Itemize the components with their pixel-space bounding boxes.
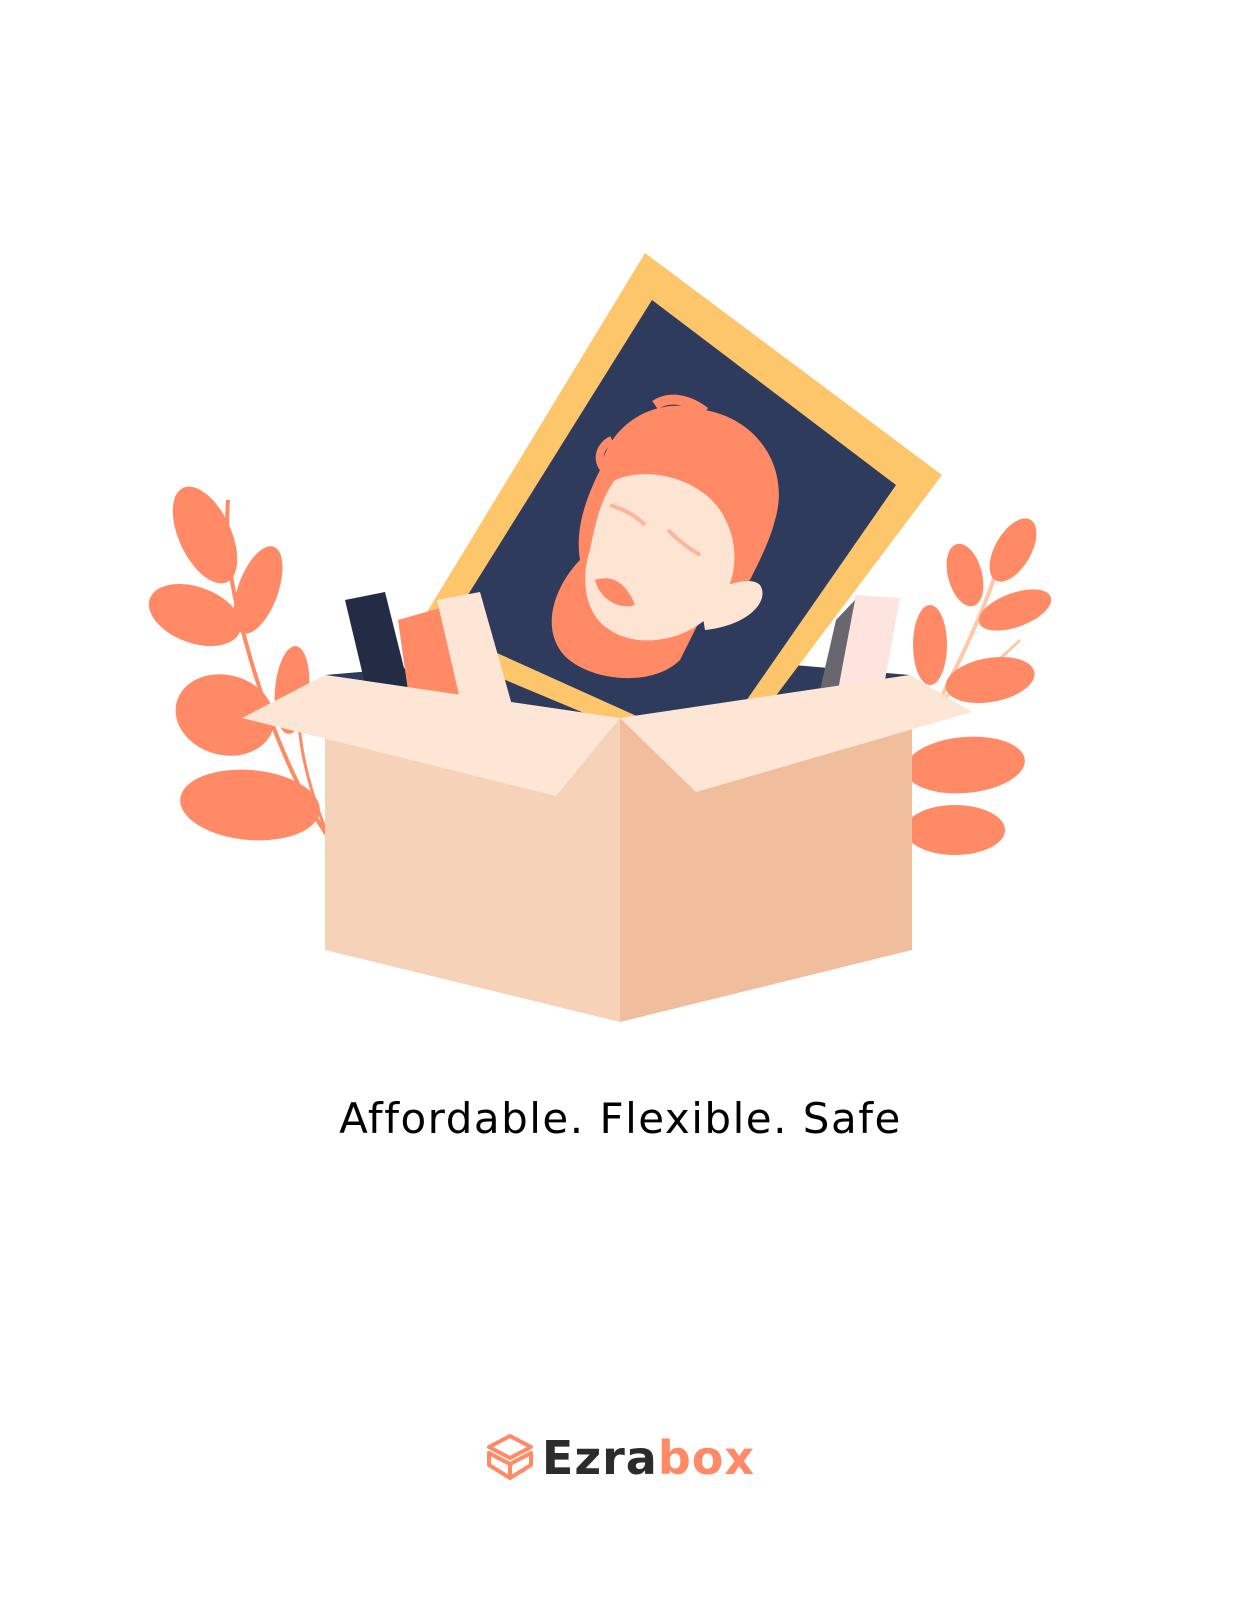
box-illustration bbox=[148, 253, 1052, 1022]
brand-logo: Ezrabox bbox=[0, 1428, 1241, 1488]
tagline: Affordable. Flexible. Safe bbox=[339, 1094, 902, 1143]
brand-name: Ezrabox bbox=[542, 1435, 755, 1481]
right-plant bbox=[905, 518, 1052, 855]
cardboard-box bbox=[242, 675, 972, 1022]
left-plant bbox=[148, 486, 332, 842]
box-logo-icon bbox=[486, 1434, 533, 1480]
brand-name-accent: box bbox=[657, 1431, 756, 1485]
brand-name-dark: Ezra bbox=[541, 1431, 658, 1485]
